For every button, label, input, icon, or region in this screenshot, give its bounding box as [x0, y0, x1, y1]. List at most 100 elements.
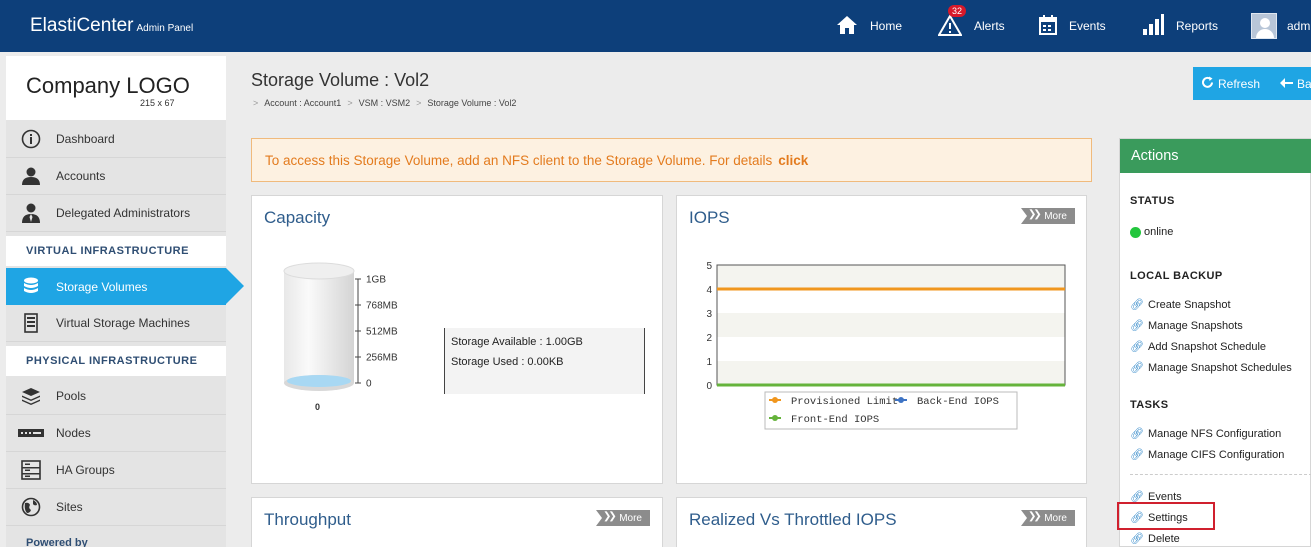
link-icon: 🔗︎ [1130, 428, 1144, 440]
more-label: More [619, 512, 642, 524]
action-label: Manage CIFS Configuration [1148, 448, 1285, 461]
link-icon: 🔗︎ [1130, 299, 1144, 311]
throughput-title: Throughput [264, 510, 351, 529]
y-tick-label: 5 [706, 261, 712, 272]
link-icon: 🔗︎ [1130, 533, 1144, 545]
nav-user-label: admin [1287, 19, 1311, 33]
legend-marker [772, 415, 778, 421]
user-icon [6, 167, 56, 185]
brand-subtitle: Admin Panel [136, 23, 194, 34]
sidebar-item-sites[interactable]: Sites [6, 489, 226, 526]
legend-label: Provisioned Limit [791, 396, 898, 408]
action-label: Manage NFS Configuration [1148, 427, 1282, 440]
more-label: More [1044, 512, 1067, 524]
logo-text: Company LOGO [26, 73, 190, 98]
online-status-dot-icon [1130, 226, 1141, 238]
throughput-more-button[interactable]: More [596, 510, 650, 526]
back-label: Back [1297, 76, 1311, 91]
brand[interactable]: ElastiCenter Admin Panel [30, 15, 193, 37]
admin-icon [6, 203, 56, 223]
powered-by: Powered by [26, 537, 88, 547]
legend-label: Back-End IOPS [917, 396, 999, 408]
chart-grid-band [717, 313, 1065, 337]
realized-more-button[interactable]: More [1021, 510, 1075, 526]
breadcrumb-account[interactable]: Account : Account1 [264, 98, 341, 108]
action-label: Manage Snapshots [1148, 319, 1243, 332]
breadcrumb-volume: Storage Volume : Vol2 [427, 98, 517, 108]
nav-home[interactable]: Home [836, 0, 902, 52]
node-icon [6, 429, 56, 437]
sidebar-item-label: Pools [56, 389, 87, 403]
action-label: Delete [1148, 532, 1180, 545]
sidebar-item-label: Sites [56, 500, 83, 514]
nav-alerts-label: Alerts [974, 19, 1005, 33]
cylinder-fill [287, 375, 351, 387]
nav-user-menu[interactable]: admin [1251, 0, 1311, 52]
manage-snapshots-link[interactable]: 🔗︎ Manage Snapshots [1130, 319, 1243, 333]
capacity-tick-label: 0 [366, 379, 372, 390]
iops-panel: IOPS More 012345Provisioned LimitBack-En… [676, 195, 1087, 484]
nav-home-label: Home [870, 19, 903, 33]
y-tick-label: 3 [706, 309, 712, 320]
cylinder-body [284, 271, 354, 383]
alert-text: To access this Storage Volume, add an NF… [265, 152, 773, 168]
chart-grid-band [717, 361, 1065, 385]
storage-used: Storage Used : 0.00KB [451, 356, 564, 368]
divider [1130, 474, 1311, 475]
legend-marker [898, 397, 904, 403]
back-button[interactable]: Back [1280, 77, 1311, 91]
nav-events-label: Events [1069, 19, 1106, 33]
cylinder-top [283, 262, 355, 280]
link-icon: 🔗︎ [1130, 449, 1144, 461]
manage-snapshot-schedules-link[interactable]: 🔗︎ Manage Snapshot Schedules [1130, 361, 1292, 375]
manage-nfs-configuration-link[interactable]: 🔗︎ Manage NFS Configuration [1130, 427, 1282, 441]
sidebar-item-delegated-administrators[interactable]: Delegated Administrators [6, 195, 226, 232]
nav-alerts[interactable]: 32 Alerts [937, 0, 1005, 52]
actions-title: Actions [1120, 139, 1311, 173]
sidebar-item-storage-volumes[interactable]: Storage Volumes [6, 268, 226, 305]
sidebar-item-nodes[interactable]: Nodes [6, 415, 226, 452]
status-heading: STATUS [1130, 195, 1175, 207]
sidebar-item-ha-groups[interactable]: HA Groups [6, 452, 226, 489]
actions-panel: Actions STATUS online LOCAL BACKUP 🔗︎ Cre… [1119, 138, 1311, 547]
breadcrumb-vsm[interactable]: VSM : VSM2 [359, 98, 411, 108]
sidebar-item-virtual-storage-machines[interactable]: Virtual Storage Machines [6, 305, 226, 342]
nav-reports[interactable]: Reports [1142, 0, 1218, 52]
action-label: Add Snapshot Schedule [1148, 340, 1267, 353]
info-icon [6, 129, 56, 149]
throughput-panel: Throughput More [251, 497, 663, 547]
refresh-button[interactable]: Refresh [1201, 76, 1260, 92]
cylinder-value-label: 0 [315, 402, 321, 412]
sidebar-item-dashboard[interactable]: Dashboard [6, 121, 226, 158]
link-icon: 🔗︎ [1130, 320, 1144, 332]
create-snapshot-link[interactable]: 🔗︎ Create Snapshot [1130, 298, 1231, 312]
page-title: Storage Volume : Vol2 [251, 70, 430, 90]
action-label: Manage Snapshot Schedules [1148, 361, 1292, 374]
server-icon [6, 460, 56, 480]
sidebar: Company LOGO 215 x 67 Dashboard Accounts… [6, 56, 226, 547]
y-tick-label: 2 [706, 333, 712, 344]
breadcrumb-separator-icon: > [253, 98, 259, 108]
action-label: Events [1148, 490, 1182, 503]
breadcrumb: > Account : Account1 > VSM : VSM2 > Stor… [251, 98, 516, 108]
add-snapshot-schedule-link[interactable]: 🔗︎ Add Snapshot Schedule [1130, 340, 1267, 354]
database-icon [6, 277, 56, 297]
breadcrumb-separator-icon: > [416, 98, 422, 108]
alert-details-link[interactable]: click [778, 153, 808, 168]
realized-title: Realized Vs Throttled IOPS [689, 510, 897, 529]
manage-cifs-configuration-link[interactable]: 🔗︎ Manage CIFS Configuration [1130, 448, 1285, 462]
nav-events[interactable]: Events [1039, 0, 1106, 52]
y-tick-label: 1 [706, 357, 712, 368]
storage-available: Storage Available : 1.00GB [451, 336, 583, 348]
sidebar-item-label: HA Groups [56, 463, 115, 477]
realized-vs-throttled-panel: Realized Vs Throttled IOPS More [676, 497, 1087, 547]
link-icon: 🔗︎ [1130, 341, 1144, 353]
globe-icon [6, 497, 56, 517]
delete-link[interactable]: 🔗︎ Delete [1130, 532, 1180, 546]
storage-summary-box: Storage Available : 1.00GB Storage Used … [444, 328, 645, 394]
capacity-panel: Capacity 1GB 768MB 512MB 256MB 0 0 Storage A… [251, 195, 663, 484]
sidebar-item-pools[interactable]: Pools [6, 378, 226, 415]
sidebar-item-accounts[interactable]: Accounts [6, 158, 226, 195]
chart-grid-band [717, 265, 1065, 289]
capacity-tick-label: 512MB [366, 327, 398, 338]
